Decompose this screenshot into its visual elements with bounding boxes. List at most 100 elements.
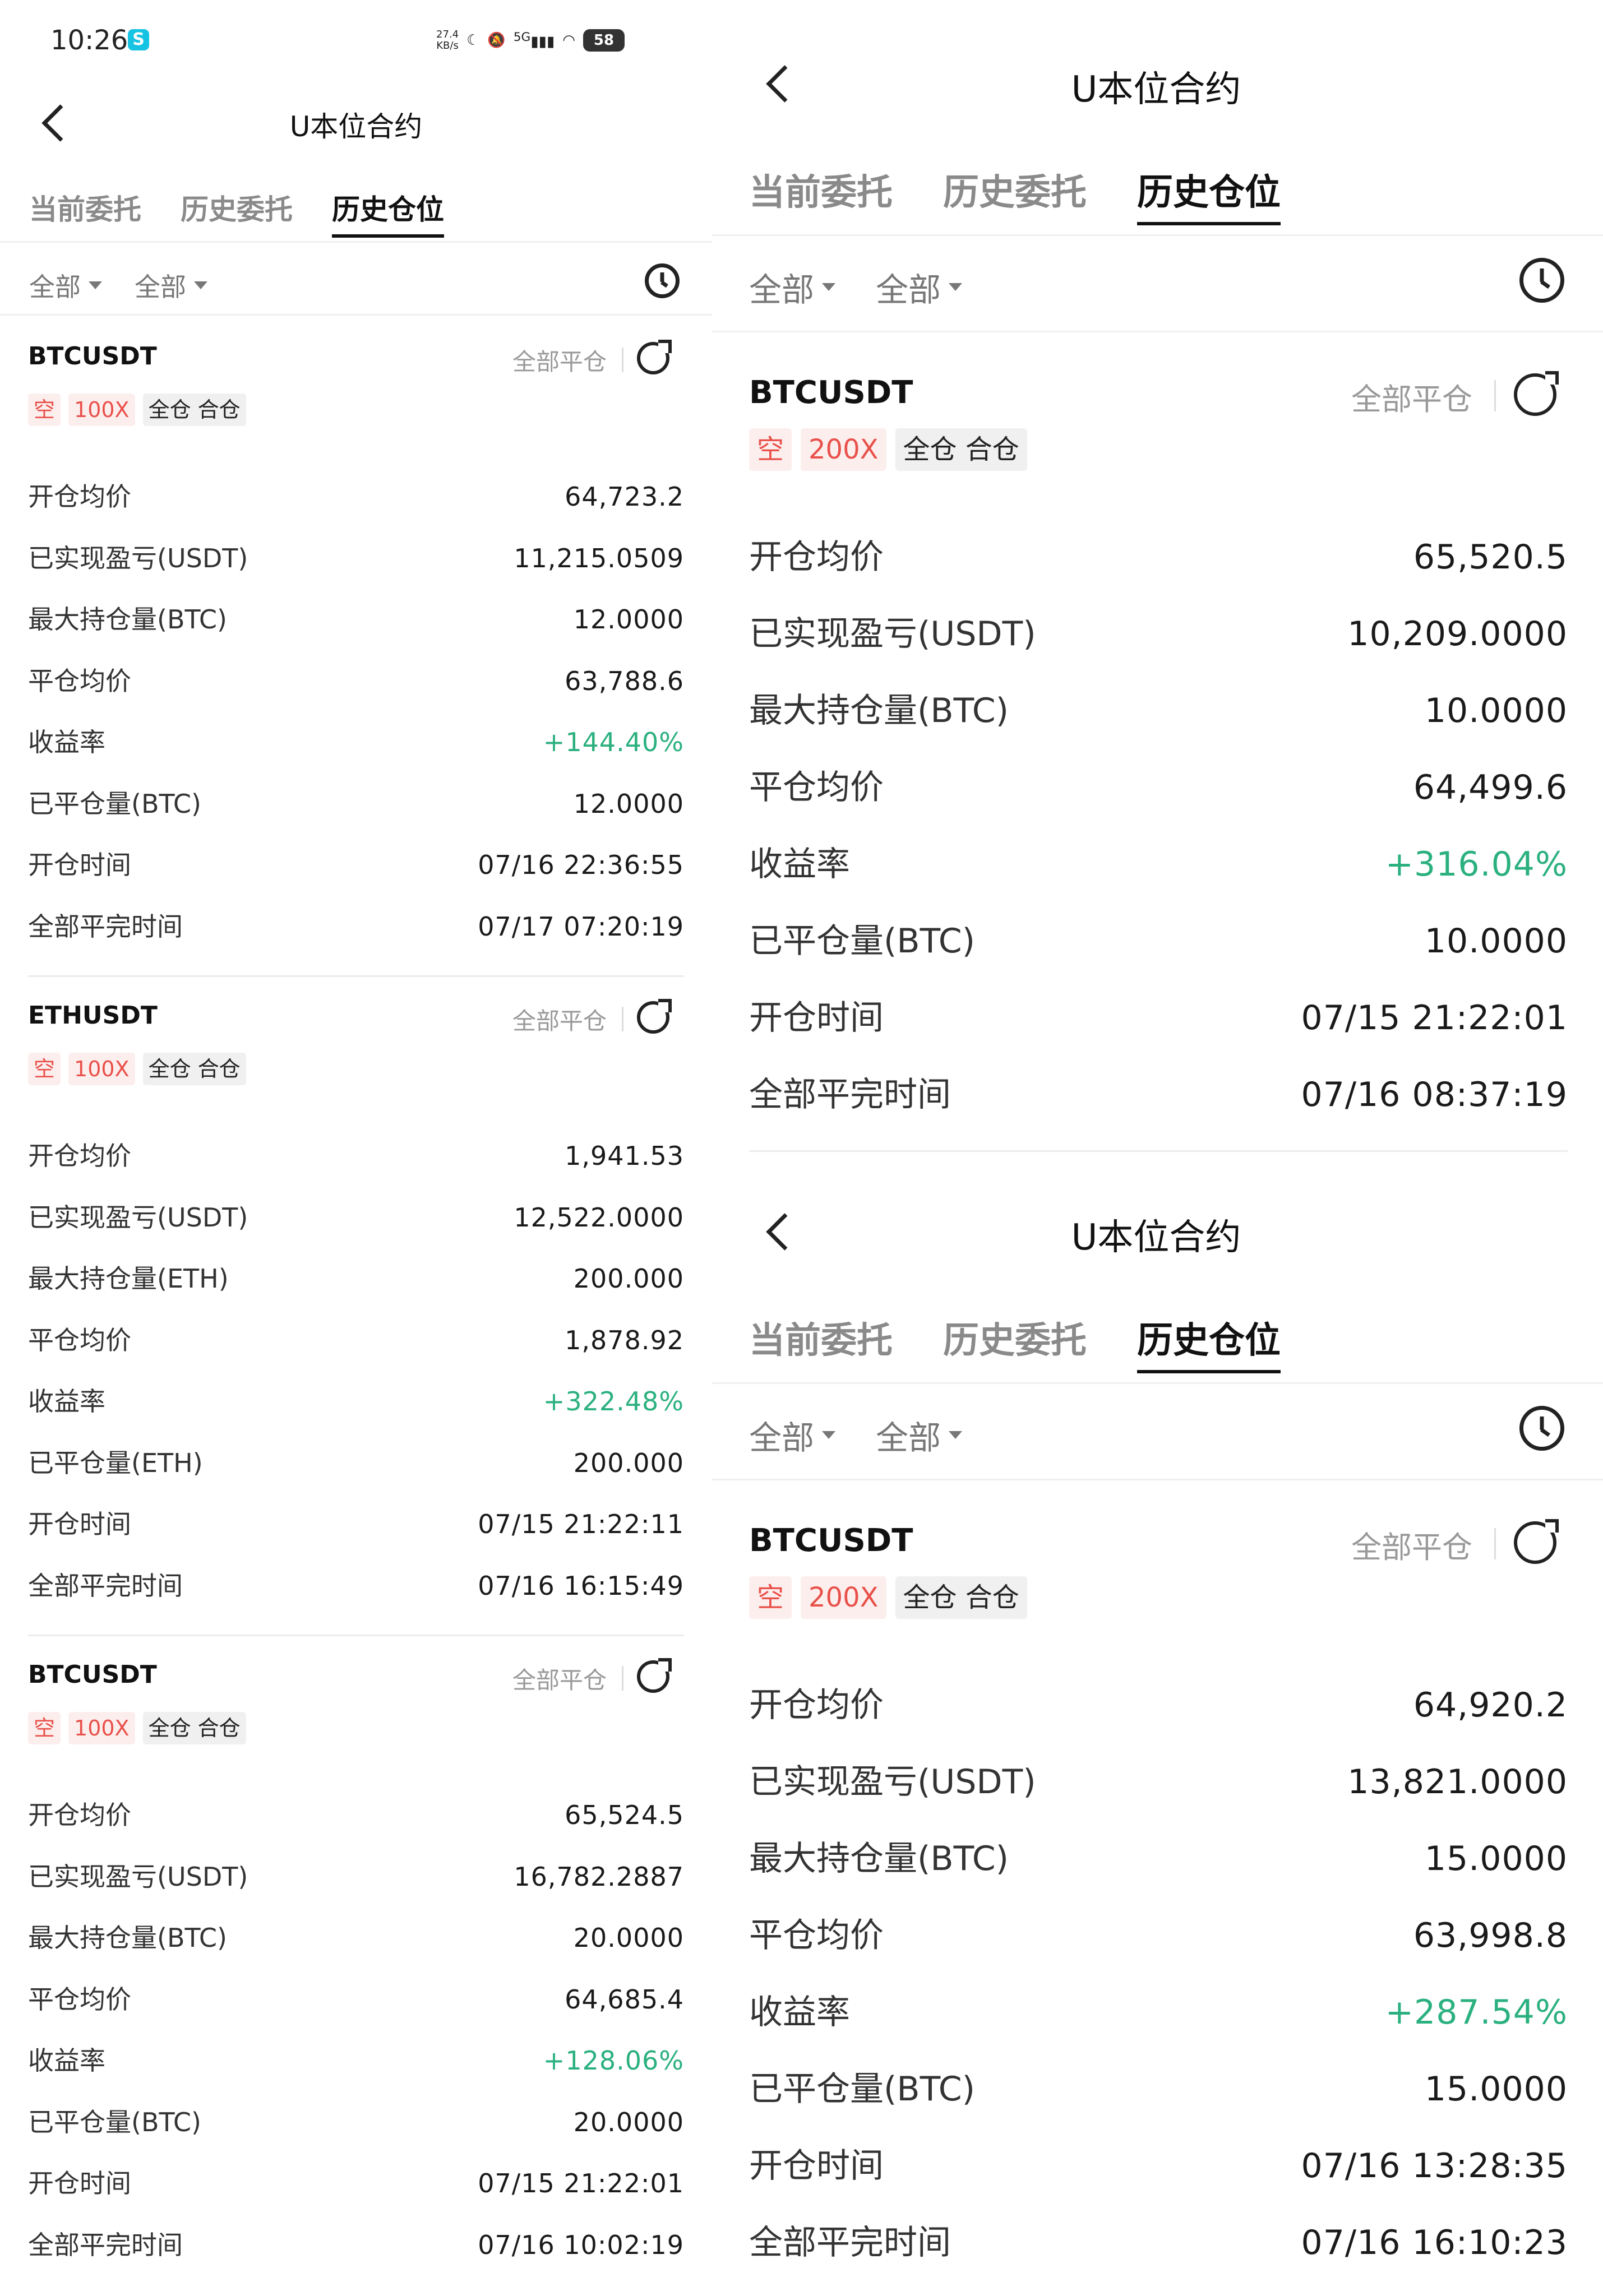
info-row: 开仓时间 07/15 21:22:01 — [749, 996, 1568, 1040]
back-arrow-icon[interactable] — [766, 1213, 803, 1251]
filter-dropdown-0[interactable]: 全部 — [749, 263, 836, 311]
filter-label: 全部 — [135, 272, 186, 302]
info-label: 全部平完时间 — [28, 2229, 183, 2260]
position-tags: 空 200X 全仓 合仓 — [749, 1576, 1036, 1619]
info-value: 200.000 — [573, 1447, 684, 1478]
tab-1[interactable]: 历史委托 — [943, 1312, 1087, 1363]
info-row: 平仓均价 64,499.6 — [749, 765, 1568, 810]
info-row: 全部平完时间 07/16 10:02:19 — [28, 2228, 684, 2262]
share-icon[interactable] — [1514, 1519, 1559, 1564]
clock-icon[interactable] — [1519, 258, 1564, 303]
tab-1[interactable]: 历史委托 — [943, 164, 1087, 215]
share-icon[interactable] — [637, 1658, 672, 1693]
info-row: 已平仓量(ETH) 200.000 — [28, 1446, 684, 1480]
info-label: 最大持仓量(BTC) — [28, 604, 227, 635]
info-row: 最大持仓量(BTC) 12.0000 — [28, 603, 684, 636]
tab-0[interactable]: 当前委托 — [749, 164, 893, 215]
position-symbol: BTCUSDT — [749, 374, 913, 411]
position-symbol: ETHUSDT — [28, 1001, 158, 1030]
info-value: 11,215.0509 — [514, 543, 684, 573]
position-symbol: BTCUSDT — [749, 1522, 913, 1559]
info-row: 已实现盈亏(USDT) 11,215.0509 — [28, 541, 684, 575]
filter-bar: 全部 全部 — [29, 267, 207, 304]
tab-0[interactable]: 当前委托 — [29, 187, 141, 228]
close-all-button[interactable]: 全部平仓 — [512, 343, 607, 377]
info-row: 开仓均价 65,524.5 — [28, 1798, 684, 1832]
info-value: 65,520.5 — [1413, 538, 1568, 577]
position-card: BTCUSDT 全部平仓空 200X 全仓 合仓 开仓均价 65,520.5 已实现盈亏(U… — [749, 371, 1568, 1126]
header-separator — [712, 1479, 1603, 1480]
caret-down-icon — [89, 281, 102, 289]
position-card: BTCUSDT 全部平仓空 100X 全仓 合仓 开仓均价 65,524.5 已实现盈亏(U… — [28, 1658, 684, 2260]
info-value: 07/16 16:15:49 — [478, 1570, 684, 1601]
info-value: 07/16 13:28:35 — [1301, 2146, 1568, 2186]
back-arrow-icon[interactable] — [41, 104, 79, 142]
tab-0[interactable]: 当前委托 — [749, 1312, 893, 1363]
share-icon[interactable] — [637, 999, 672, 1034]
close-all-button[interactable]: 全部平仓 — [1351, 1522, 1472, 1567]
info-label: 平仓均价 — [28, 665, 131, 696]
page-title: U本位合约 — [1071, 1217, 1241, 1258]
info-label: 已平仓量(ETH) — [28, 1447, 203, 1478]
side-tag: 空 — [749, 428, 792, 471]
close-all-button[interactable]: 全部平仓 — [512, 1661, 607, 1696]
tab-bar: 当前委托 历史委托 历史仓位 — [29, 187, 444, 238]
filter-label: 全部 — [749, 1419, 815, 1457]
filter-dropdown-1[interactable]: 全部 — [876, 263, 963, 311]
tab-2[interactable]: 历史仓位 — [1137, 1312, 1281, 1373]
info-value: +322.48% — [543, 1386, 684, 1417]
tab-2[interactable]: 历史仓位 — [1137, 164, 1281, 225]
info-row: 收益率 +128.06% — [28, 2044, 684, 2077]
info-label: 开仓均价 — [749, 1686, 884, 1725]
card-divider — [28, 975, 684, 977]
share-icon[interactable] — [1514, 371, 1559, 416]
filter-dropdown-0[interactable]: 全部 — [29, 267, 102, 304]
filter-dropdown-1[interactable]: 全部 — [876, 1411, 963, 1459]
page-title: U本位合约 — [1071, 69, 1241, 110]
info-label: 开仓时间 — [28, 850, 131, 880]
share-icon[interactable] — [637, 340, 672, 374]
tab-1[interactable]: 历史委托 — [181, 187, 293, 228]
info-row: 收益率 +144.40% — [28, 725, 684, 759]
info-label: 最大持仓量(BTC) — [749, 691, 1009, 730]
info-value: 10.0000 — [1424, 691, 1568, 730]
page-title: U本位合约 — [289, 110, 423, 143]
info-row: 开仓时间 07/16 22:36:55 — [28, 848, 684, 882]
tab-2[interactable]: 历史仓位 — [332, 187, 444, 238]
info-label: 收益率 — [749, 845, 850, 884]
filter-dropdown-0[interactable]: 全部 — [749, 1411, 836, 1459]
info-value: 1,941.53 — [565, 1141, 684, 1171]
info-row: 开仓时间 07/15 21:22:01 — [28, 2167, 684, 2200]
clock-icon[interactable] — [645, 263, 680, 298]
info-value: 12,522.0000 — [514, 1202, 684, 1233]
info-value: 07/16 08:37:19 — [1301, 1075, 1568, 1114]
tab-bar: 当前委托 历史委托 历史仓位 — [749, 164, 1281, 225]
close-all-button[interactable]: 全部平仓 — [1351, 374, 1472, 419]
close-all-button[interactable]: 全部平仓 — [512, 1002, 607, 1036]
margin-mode-tag: 全仓 合仓 — [142, 1053, 246, 1085]
info-row: 已平仓量(BTC) 10.0000 — [749, 919, 1568, 964]
info-label: 已实现盈亏(USDT) — [749, 1762, 1036, 1802]
info-value: 07/15 21:22:01 — [478, 2168, 684, 2198]
info-value: 07/15 21:22:01 — [1301, 998, 1568, 1038]
header: U本位合约 当前委托 历史委托 历史仓位 全部 全部 — [0, 0, 712, 316]
info-row: 全部平完时间 07/16 16:10:23 — [749, 2220, 1568, 2265]
info-label: 已实现盈亏(USDT) — [28, 1861, 248, 1892]
clock-icon[interactable] — [1519, 1406, 1564, 1451]
filter-dropdown-1[interactable]: 全部 — [135, 267, 207, 304]
side-tag: 空 — [28, 1053, 61, 1085]
back-arrow-icon[interactable] — [766, 65, 803, 103]
filter-bar: 全部 全部 — [749, 263, 963, 311]
info-label: 最大持仓量(BTC) — [28, 1923, 227, 1953]
info-label: 已平仓量(BTC) — [749, 2070, 976, 2109]
info-row: 已实现盈亏(USDT) 12,522.0000 — [28, 1201, 684, 1234]
info-value: 12.0000 — [573, 604, 684, 635]
info-row: 平仓均价 63,788.6 — [28, 664, 684, 698]
info-label: 收益率 — [28, 2045, 105, 2076]
side-tag: 空 — [749, 1576, 792, 1619]
info-label: 平仓均价 — [749, 768, 884, 807]
side-tag: 空 — [28, 1712, 61, 1744]
info-label: 开仓均价 — [749, 538, 884, 577]
info-label: 平仓均价 — [749, 1916, 884, 1955]
info-row: 全部平完时间 07/17 07:20:19 — [28, 910, 684, 943]
